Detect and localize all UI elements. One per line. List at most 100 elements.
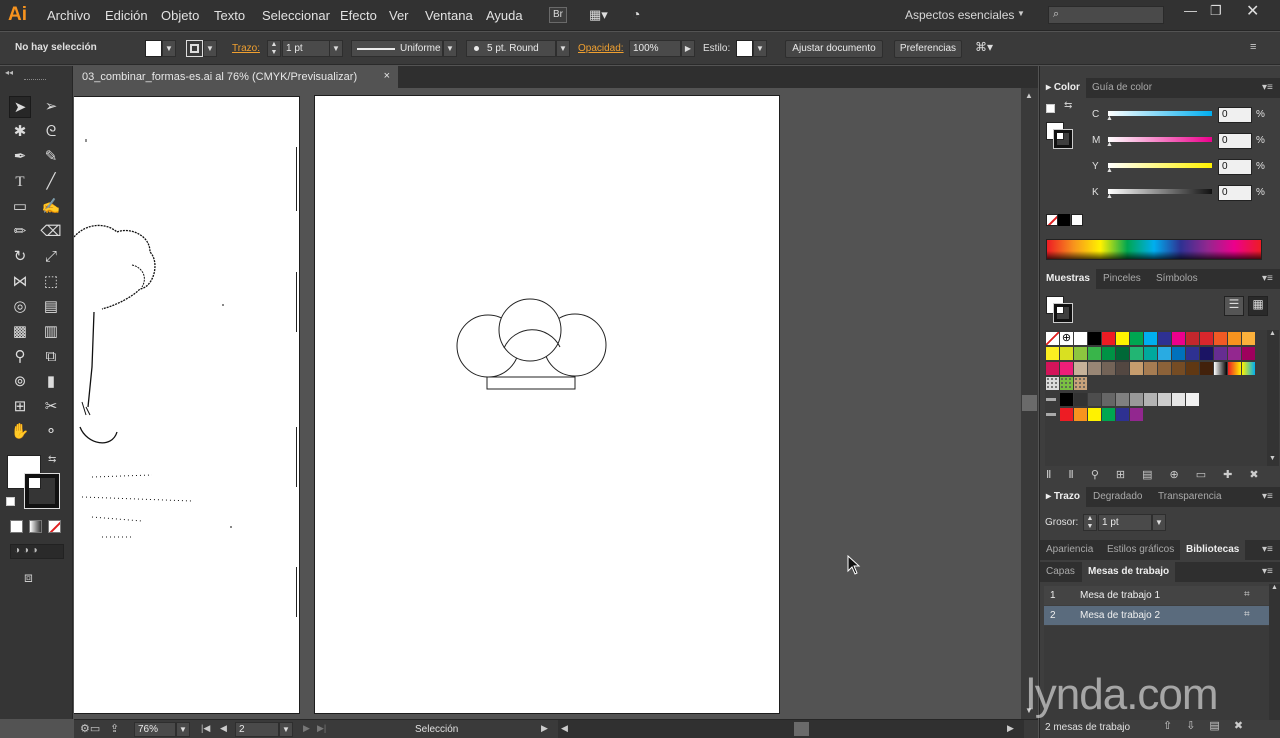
color-swatch[interactable] — [1214, 332, 1227, 345]
align-options-icon[interactable]: ⌘▾ — [975, 40, 993, 54]
scale-tool-icon[interactable]: ⤢ — [40, 246, 62, 268]
artboard-1[interactable] — [74, 96, 300, 714]
color-swatch[interactable] — [1200, 347, 1213, 360]
color-swatch[interactable] — [1158, 347, 1171, 360]
color-swatch[interactable] — [1130, 332, 1143, 345]
tab-transparency[interactable]: Transparencia — [1152, 487, 1228, 507]
color-swatch[interactable] — [1102, 332, 1115, 345]
free-transform-tool-icon[interactable]: ⬚ — [40, 271, 62, 293]
arrange-documents-icon[interactable]: ▦▾ — [589, 7, 617, 23]
brush-dropdown[interactable]: ▼ — [556, 40, 570, 57]
magenta-slider-handle[interactable]: ▲ — [1106, 141, 1113, 148]
yellow-value[interactable]: 0 — [1218, 159, 1252, 175]
magic-wand-tool-icon[interactable]: ✱ — [9, 121, 31, 143]
horizontal-scrollbar[interactable]: ◀ ▶ — [558, 720, 1024, 738]
menu-seleccionar[interactable]: Seleccionar — [262, 8, 330, 23]
artboard-number-field[interactable]: 2 — [235, 722, 279, 737]
color-swatch[interactable] — [1088, 393, 1101, 406]
pen-tool-icon[interactable]: ✒ — [9, 146, 31, 168]
style-swatch[interactable] — [736, 40, 753, 57]
color-swatch[interactable] — [1088, 347, 1101, 360]
fill-swatch[interactable] — [145, 40, 162, 57]
scroll-left-icon[interactable]: ◀ — [561, 723, 568, 734]
style-dropdown[interactable]: ▼ — [753, 40, 767, 57]
color-swatch[interactable] — [1074, 377, 1087, 390]
vertical-scrollbar[interactable]: ▲ ▼ — [1021, 88, 1038, 719]
previous-artboard-icon[interactable]: ◀ — [220, 723, 227, 734]
artboard-options-icon[interactable]: ⌗ — [1244, 589, 1250, 600]
selection-tool-icon[interactable]: ➤ — [9, 96, 31, 118]
menu-objeto[interactable]: Objeto — [161, 8, 199, 23]
color-swatch[interactable]: ⊕ — [1060, 332, 1073, 345]
weight-field[interactable]: 1 pt — [1098, 514, 1152, 531]
canvas[interactable] — [74, 88, 1021, 719]
color-panel-menu-icon[interactable]: ▾≡ — [1262, 82, 1273, 93]
opacity-field[interactable]: 100% — [629, 40, 681, 57]
color-swatch[interactable] — [1130, 362, 1143, 375]
color-swatch[interactable] — [1242, 332, 1255, 345]
gradient-mode-icon[interactable] — [29, 520, 42, 533]
artboard-options-icon[interactable]: ⌗ — [1244, 609, 1250, 620]
rotate-tool-icon[interactable]: ↻ — [9, 246, 31, 268]
menu-archivo[interactable]: Archivo — [47, 8, 90, 23]
color-mode-icon[interactable] — [10, 520, 23, 533]
color-swatch[interactable] — [1158, 393, 1171, 406]
color-swatch[interactable] — [1074, 362, 1087, 375]
black-slider[interactable] — [1108, 189, 1212, 194]
stroke-panel-menu-icon[interactable]: ▾≡ — [1262, 491, 1273, 502]
black-slider-handle[interactable]: ▲ — [1106, 193, 1113, 200]
color-swatch[interactable] — [1088, 362, 1101, 375]
color-swatch[interactable]: ▬ — [1046, 393, 1059, 406]
color-swatch[interactable] — [1102, 362, 1115, 375]
color-spectrum[interactable] — [1046, 239, 1262, 260]
tab-graphic-styles[interactable]: Estilos gráficos — [1101, 540, 1180, 560]
brush-definition[interactable]: 5 pt. Round — [466, 40, 556, 57]
color-swatch[interactable] — [1116, 393, 1129, 406]
tab-gradient[interactable]: Degradado — [1087, 487, 1148, 507]
bridge-button[interactable]: Br — [549, 7, 567, 23]
gradient-tool-icon[interactable]: ▥ — [40, 321, 62, 343]
color-swatch[interactable] — [1116, 347, 1129, 360]
next-artboard-icon[interactable]: ▶ — [303, 723, 310, 734]
color-swatch[interactable] — [1144, 332, 1157, 345]
artboards-scrollbar[interactable]: ▲ — [1269, 584, 1280, 720]
line-tool-icon[interactable]: ╱ — [40, 171, 62, 193]
color-swatch[interactable] — [1172, 347, 1185, 360]
last-artboard-icon[interactable]: ▶| — [317, 723, 326, 734]
direct-selection-tool-icon[interactable]: ➢ — [40, 96, 62, 118]
tab-appearance[interactable]: Apariencia — [1040, 540, 1099, 560]
mesh-tool-icon[interactable]: ▩ — [9, 321, 31, 343]
color-swatch[interactable] — [1060, 408, 1073, 421]
opacity-label[interactable]: Opacidad: — [578, 43, 624, 54]
color-swatch[interactable] — [1074, 332, 1087, 345]
artboards-panel-menu-icon[interactable]: ▾≡ — [1262, 566, 1273, 577]
tab-symbols[interactable]: Símbolos — [1150, 269, 1204, 289]
artboard-tool-icon[interactable]: ⊞ — [9, 396, 31, 418]
restore-icon[interactable]: ❐ — [1210, 3, 1222, 19]
collapse-icon[interactable]: ◂◂ — [5, 68, 13, 77]
color-swatch[interactable] — [1200, 332, 1213, 345]
color-swatch[interactable] — [1186, 362, 1199, 375]
fill-dropdown[interactable]: ▼ — [162, 40, 176, 57]
weight-stepper[interactable]: ▲ ▼ — [1083, 514, 1097, 531]
gpu-performance-icon[interactable]: ◔ — [632, 6, 654, 24]
drawing-modes-icon[interactable]: ◑ ◑ ◑ — [10, 544, 64, 559]
perspective-grid-tool-icon[interactable]: ▤ — [40, 296, 62, 318]
shape-builder-tool-icon[interactable]: ◎ — [9, 296, 31, 318]
color-swatch[interactable] — [1116, 408, 1129, 421]
zoom-field[interactable]: 76% — [134, 722, 176, 737]
color-swatch[interactable] — [1060, 362, 1073, 375]
black-color-swatch[interactable] — [1058, 214, 1070, 226]
tab-artboards[interactable]: Mesas de trabajo — [1082, 562, 1176, 582]
menu-ventana[interactable]: Ventana — [425, 8, 473, 23]
stroke-color-box[interactable] — [24, 473, 60, 509]
color-swatch[interactable] — [1186, 393, 1199, 406]
color-swatch[interactable] — [1088, 332, 1101, 345]
pencil-tool-icon[interactable]: ✏ — [9, 221, 31, 243]
gpu-status-icon[interactable]: ⚙▭ — [80, 722, 100, 735]
color-swatch[interactable] — [1074, 347, 1087, 360]
color-swatch[interactable] — [1228, 362, 1241, 375]
color-swatch[interactable]: ▬ — [1046, 408, 1059, 421]
close-window-icon[interactable]: ✕ — [1246, 1, 1259, 21]
stroke-dropdown[interactable]: ▼ — [203, 40, 217, 57]
